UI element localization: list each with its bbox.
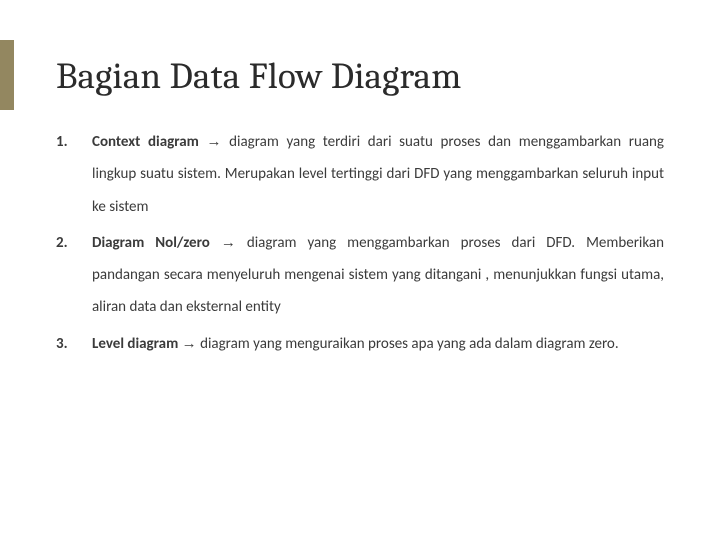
item-number: 1. <box>56 126 92 158</box>
item-number: 2. <box>56 227 92 259</box>
item-body: Level diagram → diagram yang menguraikan… <box>92 328 664 360</box>
accent-bar <box>0 40 14 110</box>
item-body: Diagram Nol/zero → diagram yang menggamb… <box>92 227 664 324</box>
arrow-icon: → <box>182 335 197 352</box>
item-term: Diagram Nol/zero <box>92 234 210 252</box>
item-number: 3. <box>56 328 92 360</box>
list-item: 1. Context diagram → diagram yang terdir… <box>56 126 664 223</box>
arrow-icon: → <box>207 133 222 150</box>
item-term: Context diagram <box>92 133 199 151</box>
list-item: 2. Diagram Nol/zero → diagram yang mengg… <box>56 227 664 324</box>
arrow-icon: → <box>221 234 236 251</box>
slide-title: Bagian Data Flow Diagram <box>56 56 664 98</box>
item-body: Context diagram → diagram yang terdiri d… <box>92 126 664 223</box>
numbered-list: 1. Context diagram → diagram yang terdir… <box>56 126 664 360</box>
item-term: Level diagram <box>92 335 178 353</box>
list-item: 3. Level diagram → diagram yang mengurai… <box>56 328 664 360</box>
item-description: diagram yang menguraikan proses apa yang… <box>200 335 619 353</box>
